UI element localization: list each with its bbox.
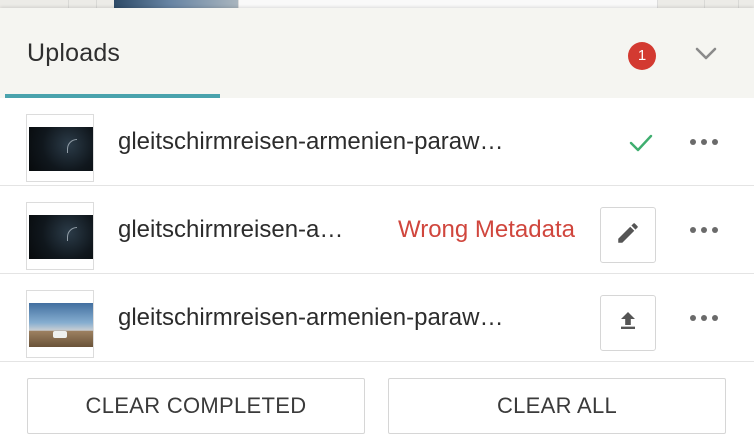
upload-thumbnail bbox=[26, 202, 94, 270]
upload-error-status: Wrong Metadata bbox=[398, 216, 575, 243]
clear-all-button[interactable]: CLEAR ALL bbox=[388, 378, 726, 434]
upload-filename: gleitschirmreisen-armenien-paraw… bbox=[118, 304, 504, 331]
panel-title: Uploads bbox=[27, 39, 121, 67]
upload-icon bbox=[616, 309, 640, 338]
more-options-icon[interactable] bbox=[690, 223, 718, 237]
thumbnail-image bbox=[29, 127, 93, 171]
upload-row: gleitschirmreisen-a… Wrong Metadata bbox=[0, 186, 754, 274]
error-count-badge: 1 bbox=[628, 42, 656, 70]
chevron-down-icon[interactable] bbox=[694, 44, 718, 64]
upload-filename: gleitschirmreisen-a… bbox=[118, 216, 344, 243]
more-options-icon[interactable] bbox=[690, 311, 718, 325]
upload-row: gleitschirmreisen-armenien-paraw… bbox=[0, 98, 754, 186]
background-card-edge bbox=[238, 0, 658, 8]
background-image-edge bbox=[114, 0, 238, 8]
upload-row: gleitschirmreisen-armenien-paraw… bbox=[0, 274, 754, 362]
background-divider bbox=[96, 0, 97, 8]
upload-thumbnail bbox=[26, 290, 94, 358]
thumbnail-image bbox=[29, 215, 93, 259]
background-divider bbox=[704, 0, 705, 8]
thumbnail-image bbox=[29, 303, 93, 347]
edit-metadata-button[interactable] bbox=[600, 207, 656, 263]
upload-button[interactable] bbox=[600, 295, 656, 351]
check-icon bbox=[628, 132, 654, 154]
background-divider bbox=[68, 0, 69, 8]
upload-thumbnail bbox=[26, 114, 94, 182]
clear-completed-button[interactable]: CLEAR COMPLETED bbox=[27, 378, 365, 434]
pencil-icon bbox=[615, 220, 641, 251]
upload-filename: gleitschirmreisen-armenien-paraw… bbox=[118, 128, 504, 155]
uploads-header[interactable]: Uploads 1 bbox=[0, 8, 754, 98]
more-options-icon[interactable] bbox=[690, 135, 718, 149]
uploads-footer: CLEAR COMPLETED CLEAR ALL bbox=[0, 362, 754, 448]
uploads-panel: Uploads 1 gleitschirmreisen-armenien-par… bbox=[0, 8, 754, 448]
background-divider bbox=[738, 0, 739, 8]
